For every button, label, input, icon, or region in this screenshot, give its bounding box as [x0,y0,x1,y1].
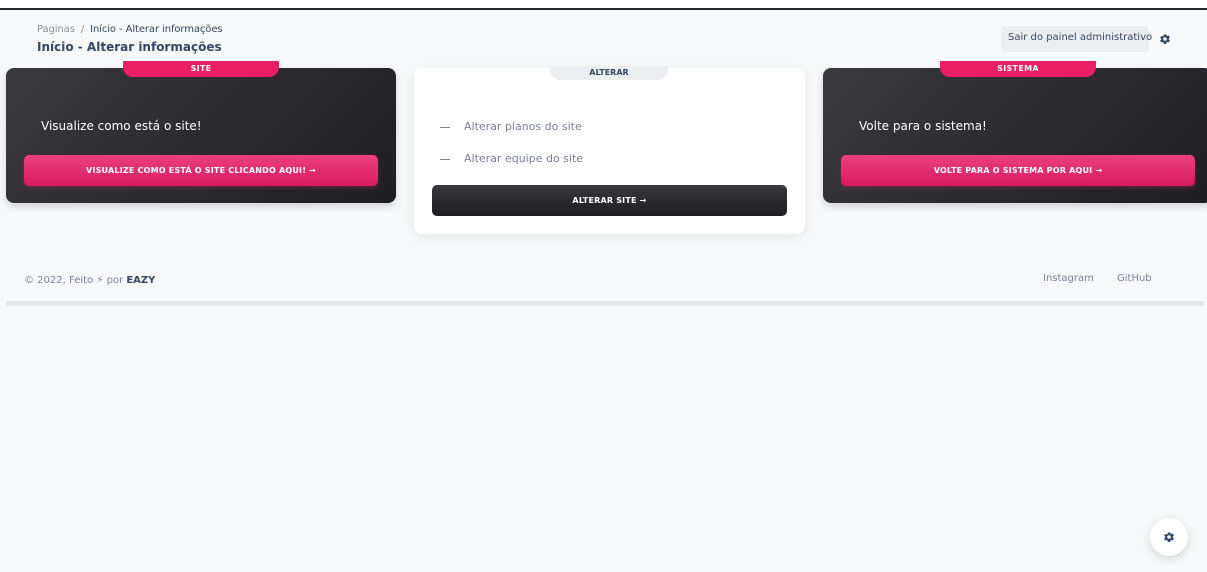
top-bar [0,0,1207,10]
copyright-text: © 2022, Feito [24,275,94,286]
alter-site-button[interactable]: ALTERAR SITE → [432,185,787,216]
exit-admin-panel-link[interactable]: Sair do painel administrativo [1008,32,1152,43]
site-card-tab: SITE [123,61,279,77]
brand-link[interactable]: EAZY [126,275,155,286]
breadcrumb-current: Início - Alterar informações [90,24,223,35]
back-to-system-button[interactable]: VOLTE PARA O SISTEMA POR AQUI → [841,155,1195,186]
alter-plans-item[interactable]: Alterar planos do site [440,120,582,133]
dash-icon [440,126,450,128]
settings-fab-button[interactable] [1150,518,1188,556]
breadcrumb-separator: / [80,24,85,35]
alter-team-label: Alterar equipe do site [464,152,584,165]
page-title: Início - Alterar informações [37,40,222,54]
alterar-card-tab: ALTERAR [550,66,668,80]
breadcrumb-root[interactable]: Paginas [37,24,75,35]
alter-team-item[interactable]: Alterar equipe do site [440,152,583,165]
breadcrumb: Paginas / Início - Alterar informações [37,24,223,35]
dash-icon [440,158,450,160]
alterar-card-tab-label: ALTERAR [589,68,629,77]
github-link[interactable]: GitHub [1117,273,1152,284]
sistema-card-text: Volte para o sistema! [859,119,987,133]
site-card: SITE Visualize como está o site! VISUALI… [6,61,396,203]
alterar-card: ALTERAR Alterar planos do site Alterar e… [414,66,805,234]
copyright-by: por [106,275,124,286]
site-card-text: Visualize como está o site! [41,119,202,133]
alter-plans-label: Alterar planos do site [464,120,582,133]
footer-copyright: © 2022, Feito ⚡ por EAZY [24,275,155,286]
view-site-button[interactable]: VISUALIZE COMO ESTÁ O SITE CLICANDO AQUI… [24,155,378,186]
bolt-icon: ⚡ [96,275,104,286]
gear-icon [1164,532,1174,543]
footer-divider [6,301,1204,306]
sistema-card: SISTEMA Volte para o sistema! VOLTE PARA… [823,61,1207,203]
gear-icon[interactable] [1159,33,1171,45]
sistema-card-tab: SISTEMA [940,61,1096,77]
instagram-link[interactable]: Instagram [1043,273,1094,284]
